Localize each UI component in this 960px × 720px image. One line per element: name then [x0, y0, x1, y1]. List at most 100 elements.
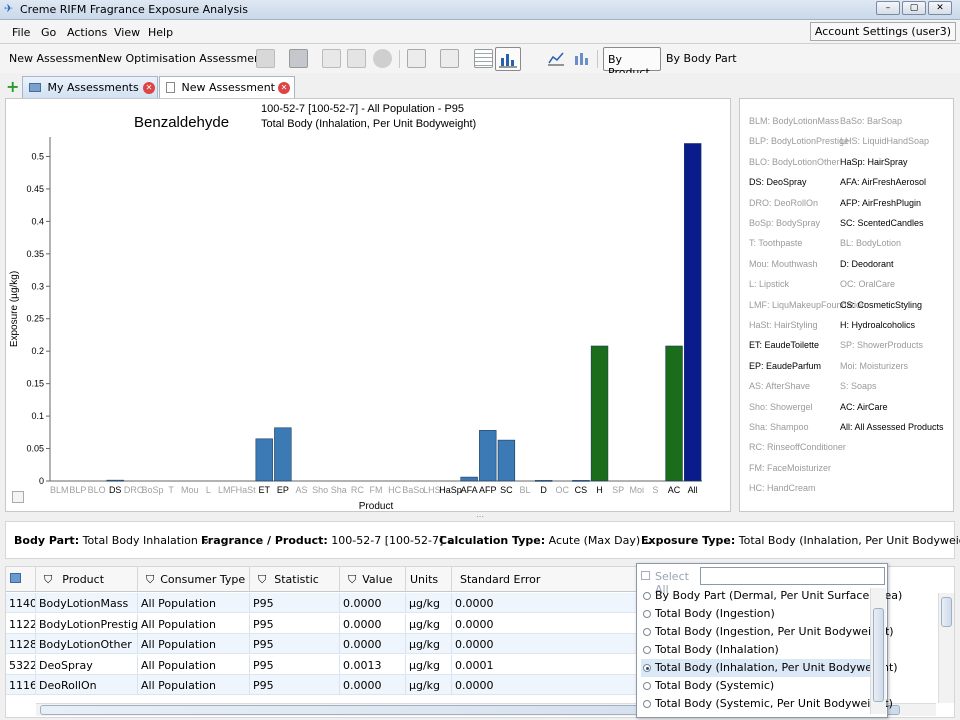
bar-ds: [106, 479, 124, 482]
fragrance-product-filter[interactable]: Fragrance / Product: 100-52-7 [100-52-7]…: [201, 534, 456, 547]
calculator-icon[interactable]: [256, 49, 275, 68]
menu-view[interactable]: View: [114, 26, 140, 39]
cell-se: 0.0000: [452, 593, 638, 613]
select-all-row[interactable]: Select All: [641, 568, 701, 596]
column-header-units[interactable]: Units: [406, 567, 452, 592]
radio-button[interactable]: [643, 646, 651, 654]
filter-icon: ⛉: [146, 573, 155, 586]
settings-icon[interactable]: [373, 49, 392, 68]
line-chart-icon[interactable]: [547, 49, 565, 67]
y-tick-label: 0.25: [26, 314, 44, 324]
bar-ac: [665, 345, 683, 482]
table-row[interactable]: 1140 BodyLotionMass All Population P95 0.000…: [6, 593, 638, 613]
table-row[interactable]: 5322 DeoSpray All Population P95 0.0013 µg/kg…: [6, 654, 638, 675]
dropdown-option[interactable]: Total Body (Inhalation, Per Unit Bodywei…: [641, 659, 898, 677]
dropdown-option[interactable]: Total Body (Systemic, Per Unit Bodyweigh…: [641, 695, 893, 713]
body-part-filter[interactable]: Body Part: Total Body Inhalation ⌄: [14, 534, 211, 547]
bar-chart: 0 0.05 0.1 0.15 0.2 0.25 0.3 0.35 0.4 0.45 0.5 Expo…: [9, 137, 702, 512]
maximize-button[interactable]: ▢: [902, 1, 926, 15]
cell-id: 5322: [6, 654, 36, 675]
app-icon: ✈: [4, 2, 14, 15]
dropdown-scrollbar[interactable]: [870, 588, 886, 714]
cell-units: µg/kg: [406, 675, 452, 696]
scrollbar-thumb[interactable]: [941, 597, 952, 627]
copy-icon[interactable]: [407, 49, 426, 68]
x-tick-label: HaSt: [236, 485, 257, 495]
dropdown-option[interactable]: Total Body (Inhalation): [641, 641, 873, 659]
x-tick-label: DS: [109, 485, 122, 495]
exposure-type-filter[interactable]: Exposure Type: Total Body (Inhalation, P…: [641, 534, 960, 547]
resize-grip-icon[interactable]: [12, 491, 24, 503]
menu-file[interactable]: File: [12, 26, 30, 39]
table-vertical-scrollbar[interactable]: [938, 593, 954, 703]
add-tab-icon[interactable]: +: [6, 77, 19, 96]
column-header-product-label: Product: [62, 573, 105, 586]
dropdown-option[interactable]: By Body Part (Dermal, Per Unit Surface A…: [641, 587, 902, 605]
bar-cs: [572, 480, 590, 482]
table-row[interactable]: 1128 BodyLotionOther All Population P95 0.00…: [6, 634, 638, 655]
radio-button[interactable]: [643, 628, 651, 636]
menu-actions[interactable]: Actions: [67, 26, 107, 39]
y-tick-label: 0.5: [31, 151, 44, 161]
minimize-button[interactable]: –: [876, 1, 900, 15]
radio-button[interactable]: [643, 700, 651, 708]
radio-button[interactable]: [643, 592, 651, 600]
column-header-standard-error[interactable]: Standard Error: [452, 567, 640, 592]
new-optimisation-button[interactable]: New Optimisation Assessment: [98, 52, 265, 65]
column-header-consumer-type[interactable]: ⛉ Consumer Type: [138, 567, 250, 592]
close-window-button[interactable]: ✕: [928, 1, 952, 15]
folder-icon: [29, 83, 41, 92]
select-all-checkbox[interactable]: [641, 571, 650, 580]
export-icon[interactable]: [347, 49, 366, 68]
splitter[interactable]: ⋯: [0, 512, 960, 521]
menu-help[interactable]: Help: [148, 26, 173, 39]
x-tick-label: BLO: [88, 485, 106, 495]
cell-product: BodyLotionMass: [36, 593, 138, 613]
x-tick-label: T: [168, 485, 174, 495]
cell-stat: P95: [250, 634, 340, 655]
account-settings-button[interactable]: Account Settings (user3): [809, 22, 956, 41]
radio-button[interactable]: [643, 610, 651, 618]
close-tab-icon[interactable]: ✕: [143, 82, 155, 94]
bar-chart-view-toggle[interactable]: [495, 47, 521, 71]
dropdown-search-input[interactable]: [700, 567, 885, 585]
cell-stat: P95: [250, 654, 340, 675]
new-assessment-button[interactable]: New Assessment: [9, 52, 102, 65]
tab-my-assessments[interactable]: My Assessments ✕: [22, 76, 158, 98]
menu-go[interactable]: Go: [41, 26, 56, 39]
calculation-type-filter[interactable]: Calculation Type: Acute (Max Day) ⌄: [439, 534, 653, 547]
cell-units: µg/kg: [406, 634, 452, 655]
table-row[interactable]: 1116 DeoRollOn All Population P95 0.0000 µg/k…: [6, 675, 638, 696]
grouped-bar-icon[interactable]: [572, 49, 590, 67]
radio-button[interactable]: [643, 664, 651, 672]
column-header-statistic[interactable]: ⛉ Statistic: [250, 567, 340, 592]
by-body-part-toggle[interactable]: By Body Part: [666, 52, 737, 65]
column-header-units-label: Units: [410, 573, 439, 586]
table-row[interactable]: 1122 BodyLotionPrestige All Population P95 0…: [6, 613, 638, 634]
close-tab-icon[interactable]: ✕: [278, 82, 290, 94]
column-header-value[interactable]: ⛉ Value: [340, 567, 406, 592]
x-tick-label: Moi: [630, 485, 645, 495]
cell-se: 0.0000: [452, 634, 638, 655]
bar-all: [684, 143, 702, 482]
y-axis-label: Exposure (µg/kg): [9, 271, 20, 347]
bar-afp: [479, 430, 497, 482]
edit-icon[interactable]: [440, 49, 459, 68]
cell-stat: P95: [250, 593, 340, 613]
filter-icon: ⛉: [44, 573, 53, 586]
document-icon[interactable]: [322, 49, 341, 68]
table-settings-header[interactable]: [6, 567, 36, 592]
radio-button[interactable]: [643, 682, 651, 690]
by-product-toggle[interactable]: By Product: [603, 47, 661, 79]
scrollbar-thumb[interactable]: [873, 608, 884, 702]
tab-new-assessment[interactable]: New Assessment ✕: [159, 76, 295, 98]
dropdown-option[interactable]: Total Body (Ingestion): [641, 605, 873, 623]
dropdown-option[interactable]: Total Body (Systemic): [641, 677, 873, 695]
legend-item: OC: OralCare: [840, 279, 896, 290]
dropdown-option[interactable]: Total Body (Ingestion, Per Unit Bodyweig…: [641, 623, 894, 641]
filter-icon: ⛉: [348, 573, 357, 586]
column-header-product[interactable]: ⛉ Product: [36, 567, 138, 592]
table-icon[interactable]: [474, 49, 493, 68]
cell-se: 0.0001: [452, 654, 638, 675]
save-icon[interactable]: [289, 49, 308, 68]
